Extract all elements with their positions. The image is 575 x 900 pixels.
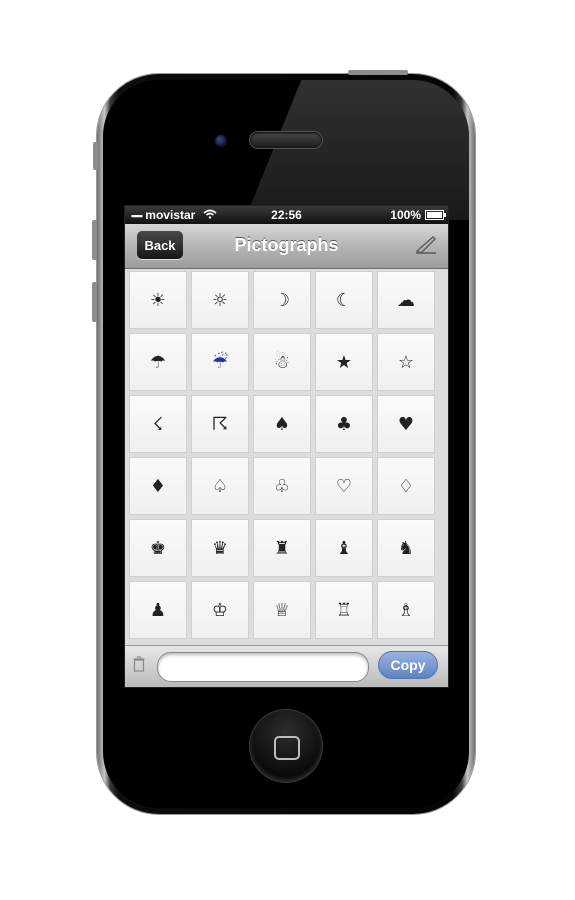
pictograph-cell[interactable]: ♗ [377,581,435,639]
pictograph-cell[interactable]: ♔ [191,581,249,639]
pictograph-cell[interactable]: ☆ [377,333,435,391]
pictograph-cell[interactable]: ☔ [191,333,249,391]
pictograph-grid-area: ☀ ☼ ☽ ☾ ☁ ☂ ☔ ☃ ★ ☆ ☇ ☈ ♠ ♣ ♥ ♦ ♤ ♧ ♡ ♢ ♚ ♛ ♜ ♝ ♞ ♟ ♔ ♕ ♖ ♗ [125,206,448,645]
screen-glare [244,80,469,220]
pictograph-cell[interactable]: ♞ [377,519,435,577]
pictograph-cell[interactable]: ☾ [315,271,373,329]
pictograph-cell[interactable]: ♖ [315,581,373,639]
home-square-icon [274,736,300,760]
pictograph-cell[interactable]: ☽ [253,271,311,329]
pictograph-cell[interactable]: ♣ [315,395,373,453]
pictograph-cell[interactable]: ♧ [253,457,311,515]
pictograph-cell[interactable]: ☁ [377,271,435,329]
pictograph-cell[interactable]: ♤ [191,457,249,515]
pictograph-cell[interactable]: ♦ [129,457,187,515]
pictograph-cell[interactable]: ♢ [377,457,435,515]
pictograph-cell[interactable]: ★ [315,333,373,391]
pictograph-cell[interactable]: ♡ [315,457,373,515]
pictograph-cell[interactable]: ☇ [129,395,187,453]
pictograph-cell[interactable]: ♝ [315,519,373,577]
mute-switch [93,142,98,170]
pictograph-cell[interactable]: ☃ [253,333,311,391]
pictograph-cell[interactable]: ☈ [191,395,249,453]
pictograph-cell[interactable]: ♚ [129,519,187,577]
app-screen: ▪▪▪▪▪ movistar 22:56 100% Back Pictograp… [124,205,449,688]
copy-button[interactable]: Copy [378,651,438,679]
pictograph-cell[interactable]: ♠ [253,395,311,453]
pictograph-grid: ☀ ☼ ☽ ☾ ☁ ☂ ☔ ☃ ★ ☆ ☇ ☈ ♠ ♣ ♥ ♦ ♤ ♧ ♡ ♢ ♚ ♛ ♜ ♝ ♞ ♟ ♔ ♕ ♖ ♗ [129,271,439,639]
pictograph-cell[interactable]: ♛ [191,519,249,577]
power-button [348,70,408,75]
pictograph-cell[interactable]: ♥ [377,395,435,453]
bottom-toolbar: Copy [125,645,448,687]
pictograph-cell[interactable]: ☂ [129,333,187,391]
pictograph-text-field[interactable] [157,652,369,682]
pictograph-cell[interactable]: ☀ [129,271,187,329]
front-camera [215,135,227,147]
pictograph-cell[interactable]: ♜ [253,519,311,577]
pictograph-cell[interactable]: ♟ [129,581,187,639]
copy-button-label: Copy [390,657,426,673]
trash-icon[interactable] [133,656,145,677]
earpiece-speaker [250,132,322,148]
back-button-label: Back [144,237,176,253]
pictograph-cell[interactable]: ☼ [191,271,249,329]
pictograph-cell[interactable]: ♕ [253,581,311,639]
volume-up-button [92,220,97,260]
volume-down-button [92,282,97,322]
